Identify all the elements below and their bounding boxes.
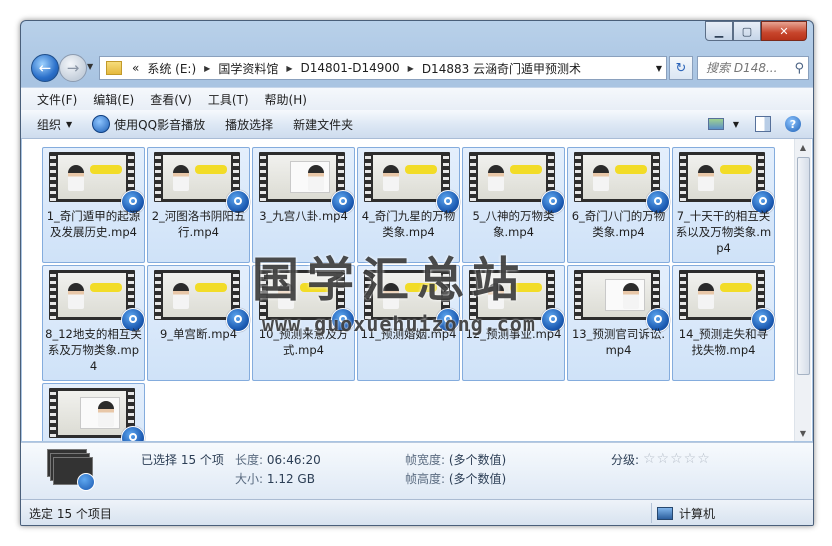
play-selection-label: 播放选择 [225,117,274,132]
play-with-qq-label: 使用QQ影音播放 [114,117,206,132]
scroll-up-icon[interactable]: ▲ [795,139,811,155]
file-name: 5_八神的万物类象.mp4 [472,209,555,239]
scroll-down-icon[interactable]: ▼ [795,425,811,441]
vertical-scrollbar[interactable]: ▲ ▼ [794,139,811,441]
menu-file[interactable]: 文件(F) [29,91,85,108]
file-name: 4_奇门九星的万物类象.mp4 [361,209,456,239]
size-value: 1.12 GB [266,472,315,486]
maximize-button[interactable]: ▢ [733,21,761,41]
chevron-down-icon: ▼ [66,119,73,129]
file-name: 13_预测官司诉讼.mp4 [571,327,666,357]
file-name: 3_九宫八卦.mp4 [259,209,348,223]
selected-count: 已选择 15 个项 [141,453,224,467]
caption-buttons: ▁ ▢ ✕ [705,21,807,41]
organize-button[interactable]: 组织 ▼ [27,116,82,133]
forward-arrow-icon[interactable]: → [59,54,87,82]
size-label: 大小: [235,472,264,486]
selection-preview-icon [47,449,95,491]
file-list-pane: 1_奇门遁甲的起源及发展历史.mp4 2_河图洛书阴阳五行.mp4 3_九宫八卦.m… [22,139,812,441]
breadcrumb-folder-2[interactable]: D14801-D14900 [296,61,403,75]
menu-view[interactable]: 查看(V) [142,91,200,108]
status-bar: 选定 15 个项目 计算机 [21,499,813,525]
frame-height-value: (多个数值) [448,472,507,486]
new-folder-label: 新建文件夹 [293,117,354,132]
search-input[interactable] [704,60,788,76]
menu-tools[interactable]: 工具(T) [200,91,257,108]
menu-help[interactable]: 帮助(H) [257,91,315,108]
breadcrumb-drive[interactable]: 系统 (E:) [143,60,200,77]
length-value: 06:46:20 [266,453,321,467]
address-dropdown-icon[interactable]: ▼ [656,64,662,73]
file-name: 2_河图洛书阴阳五行.mp4 [151,209,246,239]
breadcrumb-separator-icon[interactable]: ▶ [200,64,214,73]
rating-label: 分级: [611,453,640,467]
play-selection-button[interactable]: 播放选择 [215,116,283,133]
frame-width-value: (多个数值) [448,453,507,467]
frame-height-field: 帧高度: (多个数值) [405,470,506,487]
breadcrumb-separator-icon[interactable]: ▶ [282,64,296,73]
status-selection-text: 选定 15 个项目 [29,507,112,521]
file-name: 1_奇门遁甲的起源及发展历史.mp4 [46,209,141,239]
preview-pane-icon[interactable] [755,116,771,132]
watermark-url: www.guoxuehuizong.com [262,312,536,336]
file-item[interactable]: 8_12地支的相互关系及万物类象.mp4 [42,265,145,381]
search-icon[interactable]: ⚲ [794,61,804,76]
breadcrumb-current-folder[interactable]: D14883 云涵奇门遁甲预测术 [418,60,585,77]
menu-edit[interactable]: 编辑(E) [85,91,142,108]
qq-video-file-icon [121,426,145,441]
file-item[interactable] [42,383,145,441]
qq-player-icon [92,115,111,133]
file-item[interactable]: 6_奇门八门的万物类象.mp4 [567,147,670,263]
file-item[interactable]: 7_十天干的相互关系以及万物类象.mp4 [672,147,775,263]
play-with-qq-button[interactable]: 使用QQ影音播放 [82,115,215,133]
file-item[interactable]: 9_单宫断.mp4 [147,265,250,381]
recent-pages-chevron-icon[interactable]: ▼ [87,62,93,71]
file-item[interactable]: 13_预测官司诉讼.mp4 [567,265,670,381]
explorer-window: ▁ ▢ ✕ ← → ▼ « 系统 (E:) ▶ 国学资料馆 ▶ D14801-D… [20,20,814,526]
address-bar[interactable]: « 系统 (E:) ▶ 国学资料馆 ▶ D14801-D14900 ▶ D148… [99,56,667,80]
file-item[interactable]: 2_河图洛书阴阳五行.mp4 [147,147,250,263]
status-location: 计算机 [657,505,715,522]
computer-icon [657,507,673,520]
file-name: 6_奇门八门的万物类象.mp4 [571,209,666,239]
scrollbar-thumb[interactable] [797,157,810,375]
command-bar-right: ▼ ? [698,116,813,132]
breadcrumb-separator-icon[interactable]: ▶ [404,64,418,73]
frame-width-field: 帧宽度: (多个数值) [405,451,506,468]
refresh-icon[interactable]: ↻ [669,56,693,80]
minimize-button[interactable]: ▁ [705,21,733,41]
close-button[interactable]: ✕ [761,21,807,41]
length-label: 长度: [235,453,264,467]
watermark-title: 国学汇总站 [252,253,527,308]
new-folder-button[interactable]: 新建文件夹 [283,116,363,133]
frame-width-label: 帧宽度: [405,453,446,467]
file-name: 7_十天干的相互关系以及万物类象.mp4 [675,209,772,255]
back-arrow-icon[interactable]: ← [31,54,59,82]
view-options-chevron-icon[interactable]: ▼ [733,120,739,129]
navigation-bar: ← → ▼ « 系统 (E:) ▶ 国学资料馆 ▶ D14801-D14900 … [29,53,809,83]
rating-stars[interactable]: ☆☆☆☆☆ [643,451,711,467]
frame-height-label: 帧高度: [405,472,446,486]
file-item[interactable]: 14_预测走失和寻找失物.mp4 [672,265,775,381]
folder-icon [106,61,122,75]
details-pane: 已选择 15 个项 长度: 06:46:20 大小: 1.12 GB 帧宽度: … [21,442,813,499]
status-divider [651,503,652,523]
file-name: 14_预测走失和寻找失物.mp4 [678,327,769,357]
command-bar: 组织 ▼ 使用QQ影音播放 播放选择 新建文件夹 ▼ ? [21,110,813,139]
file-name: 9_单宫断.mp4 [159,327,238,341]
breadcrumb-folder-1[interactable]: 国学资料馆 [214,60,282,77]
organize-label: 组织 [37,117,62,132]
length-field: 长度: 06:46:20 [235,451,321,468]
status-location-label: 计算机 [679,507,716,521]
breadcrumb-overflow[interactable]: « [128,61,143,75]
file-item[interactable]: 1_奇门遁甲的起源及发展历史.mp4 [42,147,145,263]
file-name: 8_12地支的相互关系及万物类象.mp4 [45,327,142,373]
menu-bar: 文件(F) 编辑(E) 查看(V) 工具(T) 帮助(H) [21,87,813,110]
help-icon[interactable]: ? [785,116,801,132]
search-box[interactable]: ⚲ [697,56,809,80]
size-field: 大小: 1.12 GB [235,470,315,487]
change-view-icon[interactable] [707,118,724,130]
